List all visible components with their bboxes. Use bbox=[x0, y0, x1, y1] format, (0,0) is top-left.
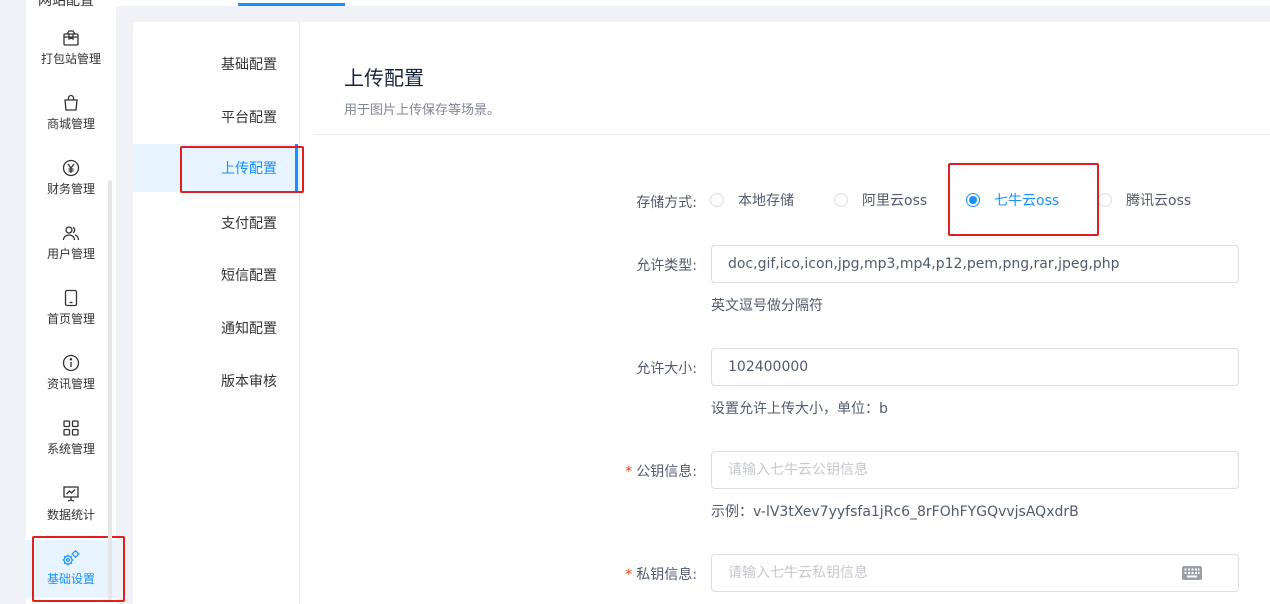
storage-option-local[interactable]: 本地存储 bbox=[710, 190, 794, 210]
sidebar-item-label: 财务管理 bbox=[46, 182, 95, 196]
public-key-input[interactable] bbox=[711, 451, 1239, 489]
public-key-label-text: 公钥信息: bbox=[636, 464, 697, 480]
radio-label: 本地存储 bbox=[738, 193, 794, 209]
allowed-size-label: 允许大小: bbox=[636, 361, 697, 377]
sidebar-item-mall[interactable]: 商城管理 bbox=[26, 91, 116, 151]
allowed-types-help: 英文逗号做分隔符 bbox=[711, 298, 823, 314]
private-key-label: * 私钥信息: bbox=[577, 564, 697, 584]
storage-option-aliyun[interactable]: 阿里云oss bbox=[834, 190, 927, 210]
tablet-icon bbox=[61, 288, 81, 308]
allowed-types-label: 允许类型: bbox=[636, 258, 697, 274]
users-icon bbox=[61, 223, 81, 243]
content-card: 基础配置 平台配置 上传配置 支付配置 短信配置 通知配置 版本审核 上传配置 … bbox=[133, 22, 1270, 604]
chart-board-icon bbox=[61, 484, 81, 504]
config-nav-item-platform[interactable]: 平台配置 bbox=[133, 93, 299, 141]
sidebar-item-label: 基础设置 bbox=[46, 572, 95, 586]
sidebar-scrollbar[interactable] bbox=[108, 180, 112, 600]
radio-circle bbox=[966, 193, 980, 207]
main-sidebar: 网站配置 打包站管理 商城管理 财务管理 用户管理 首页管理 资讯管理 系统管理… bbox=[26, 0, 125, 604]
sidebar-item-label: 用户管理 bbox=[46, 247, 95, 261]
private-key-label-text: 私钥信息: bbox=[636, 567, 697, 583]
sidebar-item-news[interactable]: 资讯管理 bbox=[26, 351, 116, 411]
grid-icon bbox=[61, 418, 81, 438]
private-key-input[interactable] bbox=[711, 554, 1239, 592]
config-nav-item-sms[interactable]: 短信配置 bbox=[133, 251, 299, 299]
config-nav-active-bar bbox=[295, 144, 298, 192]
sidebar-top-partial-label: 网站配置 bbox=[38, 0, 94, 9]
required-mark: * bbox=[625, 464, 633, 480]
radio-circle bbox=[1098, 193, 1112, 207]
config-nav-item-version-review[interactable]: 版本审核 bbox=[133, 357, 299, 405]
public-key-help: 示例：v-lV3tXev7yyfsfa1jRc6_8rFOhFYGQvvjsAQ… bbox=[711, 504, 1079, 520]
radio-label: 七牛云oss bbox=[994, 193, 1060, 209]
config-nav: 基础配置 平台配置 上传配置 支付配置 短信配置 通知配置 版本审核 bbox=[133, 22, 300, 604]
sidebar-item-label: 系统管理 bbox=[46, 442, 95, 456]
keyboard-icon[interactable] bbox=[1181, 565, 1203, 581]
sidebar-item-label: 资讯管理 bbox=[46, 377, 95, 391]
config-nav-item-notice[interactable]: 通知配置 bbox=[133, 304, 299, 352]
sidebar-item-package-station[interactable]: 打包站管理 bbox=[26, 26, 116, 86]
yen-circle-icon bbox=[61, 158, 81, 178]
sidebar-item-label: 打包站管理 bbox=[40, 52, 101, 66]
radio-circle bbox=[710, 193, 724, 207]
gears-icon bbox=[61, 548, 81, 568]
sidebar-item-homepage[interactable]: 首页管理 bbox=[26, 286, 116, 346]
sidebar-item-system[interactable]: 系统管理 bbox=[26, 416, 116, 476]
sidebar-item-basic-settings[interactable]: 基础设置 bbox=[26, 540, 116, 598]
config-nav-item-basic[interactable]: 基础配置 bbox=[133, 40, 299, 88]
config-nav-item-upload[interactable]: 上传配置 bbox=[133, 144, 299, 192]
sidebar-item-label: 数据统计 bbox=[46, 508, 95, 522]
allowed-size-input[interactable] bbox=[711, 348, 1239, 386]
page-description: 用于图片上传保存等场景。 bbox=[344, 103, 501, 118]
header-divider bbox=[313, 134, 1270, 135]
page-title: 上传配置 bbox=[344, 66, 424, 90]
sidebar-item-label: 商城管理 bbox=[46, 117, 95, 131]
package-icon bbox=[61, 28, 81, 48]
info-circle-icon bbox=[61, 353, 81, 373]
storage-option-tencent[interactable]: 腾讯云oss bbox=[1098, 190, 1191, 210]
radio-label: 阿里云oss bbox=[862, 193, 928, 209]
required-mark: * bbox=[625, 567, 633, 583]
active-tab-indicator bbox=[238, 3, 345, 6]
sidebar-item-finance[interactable]: 财务管理 bbox=[26, 156, 116, 216]
config-nav-item-payment[interactable]: 支付配置 bbox=[133, 199, 299, 247]
sidebar-item-label: 首页管理 bbox=[46, 312, 95, 326]
allowed-size-help: 设置允许上传大小，单位：b bbox=[711, 401, 888, 417]
storage-label: 存储方式: bbox=[636, 195, 697, 211]
allowed-types-input[interactable] bbox=[711, 245, 1239, 283]
storage-option-qiniu[interactable]: 七牛云oss bbox=[966, 190, 1059, 210]
sidebar-item-users[interactable]: 用户管理 bbox=[26, 221, 116, 281]
shopping-bag-icon bbox=[61, 93, 81, 113]
page-header: 上传配置 用于图片上传保存等场景。 bbox=[344, 62, 500, 118]
radio-label: 腾讯云oss bbox=[1126, 193, 1192, 209]
sidebar-item-statistics[interactable]: 数据统计 bbox=[26, 482, 116, 542]
radio-circle bbox=[834, 193, 848, 207]
public-key-label: * 公钥信息: bbox=[577, 461, 697, 481]
